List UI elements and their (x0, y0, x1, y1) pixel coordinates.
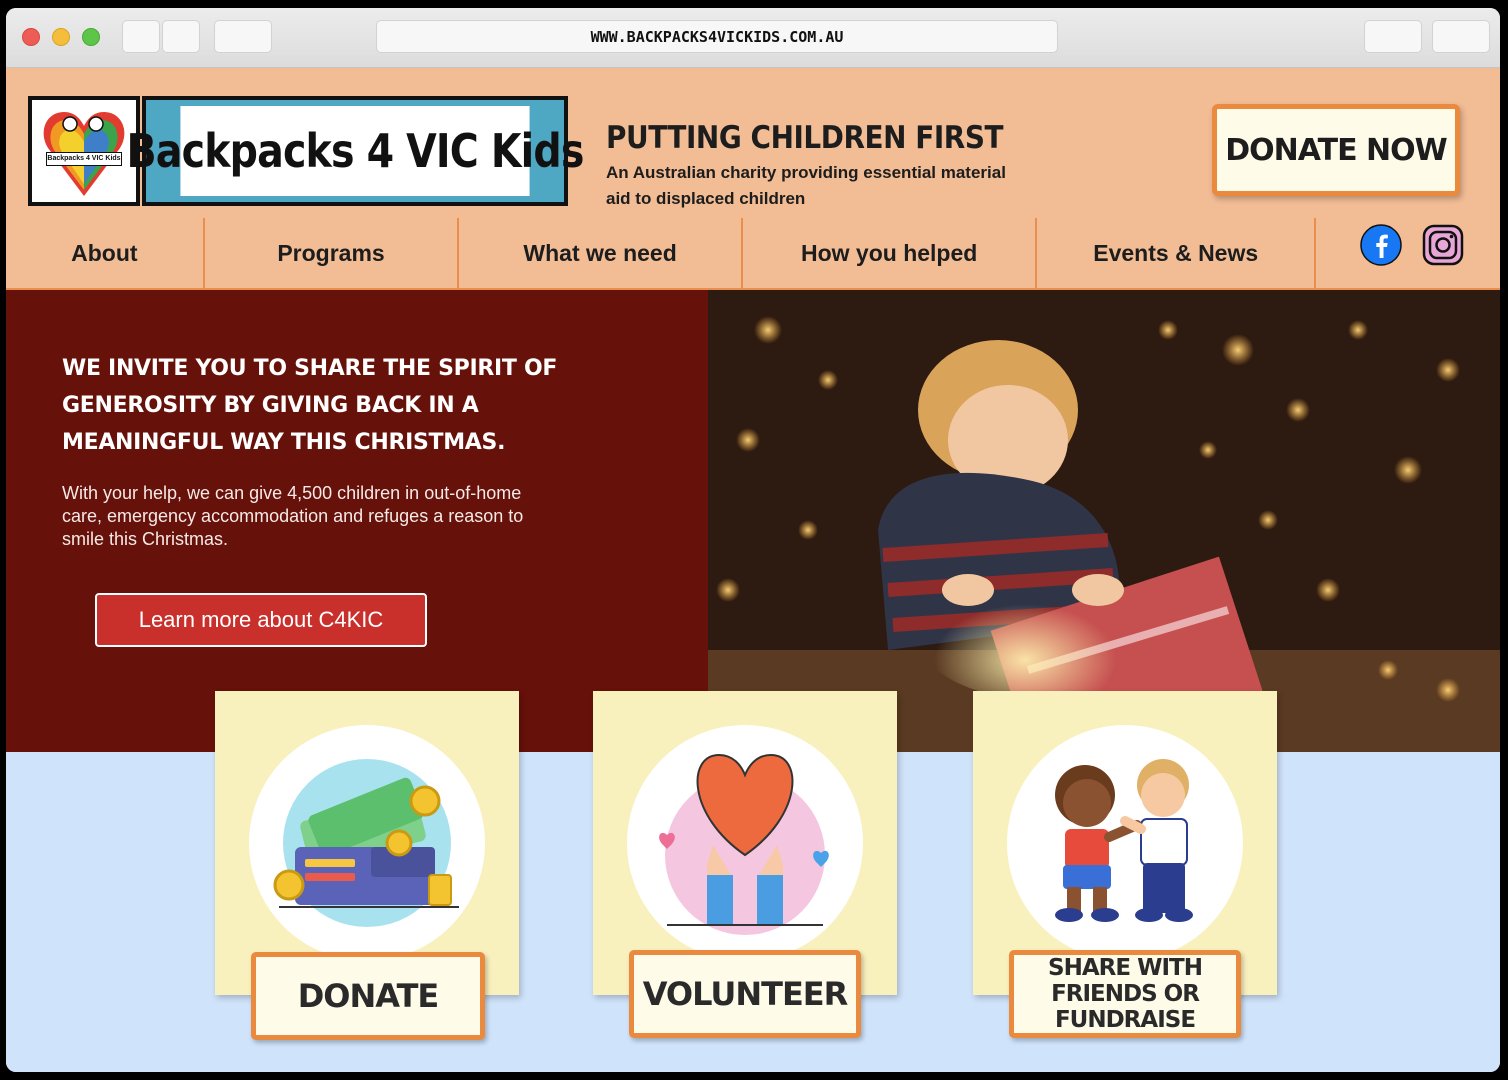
share-button[interactable] (1364, 20, 1422, 53)
share-fundraise-button[interactable]: Share with friends or fundraise (1009, 950, 1241, 1038)
tagline: Putting Children First (606, 120, 1004, 156)
sidebar-toggle-button[interactable] (214, 20, 272, 53)
logo[interactable]: Backpacks 4 VIC Kids (28, 96, 140, 206)
browser-toolbar: WWW.BACKPACKS4VICKIDS.COM.AU (6, 8, 1500, 68)
close-window-button[interactable] (22, 28, 40, 46)
instagram-icon[interactable] (1422, 224, 1464, 266)
subtagline: An Australian charity providing essentia… (606, 163, 1006, 208)
nav-item-events-news[interactable]: Events & News (1037, 218, 1316, 288)
fundraise-card[interactable]: Share with friends or fundraise (973, 691, 1277, 1038)
heart-hands-icon (659, 753, 829, 935)
learn-more-button[interactable]: Learn more about C4KIC (95, 593, 427, 647)
main-nav: About Programs What we need How you help… (6, 218, 1316, 288)
nav-item-about[interactable]: About (6, 218, 205, 288)
nav-item-programs[interactable]: Programs (205, 218, 460, 288)
site-name-box[interactable]: Backpacks 4 VIC Kids (126, 96, 584, 206)
forward-button[interactable] (162, 20, 200, 53)
site-header: Backpacks 4 VIC Kids Backpacks 4 VIC Kid… (6, 68, 1500, 290)
donate-card[interactable]: Donate (215, 691, 519, 1040)
volunteer-card[interactable]: Volunteer (593, 691, 897, 1038)
nav-item-what-we-need[interactable]: What we need (459, 218, 743, 288)
volunteer-illustration (627, 725, 863, 961)
address-bar[interactable]: WWW.BACKPACKS4VICKIDS.COM.AU (376, 20, 1058, 53)
logo-caption: Backpacks 4 VIC Kids (46, 152, 122, 166)
wallet-icon (273, 759, 459, 927)
kids-friends-icon (1055, 759, 1193, 922)
hero-panel: We invite you to share the spirit of gen… (6, 290, 708, 752)
hero-body: With your help, we can give 4,500 childr… (62, 483, 524, 549)
volunteer-button[interactable]: Volunteer (629, 950, 861, 1038)
hero-photo (708, 290, 1500, 752)
tabs-button[interactable] (1432, 20, 1490, 53)
donate-illustration (249, 725, 485, 961)
donate-now-button[interactable]: Donate Now (1212, 104, 1460, 196)
hero-heading: We invite you to share the spirit of gen… (62, 356, 558, 455)
donate-button[interactable]: Donate (251, 952, 485, 1040)
facebook-icon[interactable] (1360, 224, 1402, 266)
child-opening-gift-image (708, 290, 1500, 752)
browser-window: WWW.BACKPACKS4VICKIDS.COM.AU Backpacks 4… (6, 8, 1500, 1072)
back-button[interactable] (122, 20, 160, 53)
fundraise-illustration (1007, 725, 1243, 961)
site-name: Backpacks 4 VIC Kids (126, 106, 584, 196)
maximize-window-button[interactable] (82, 28, 100, 46)
minimize-window-button[interactable] (52, 28, 70, 46)
nav-item-how-you-helped[interactable]: How you helped (743, 218, 1038, 288)
